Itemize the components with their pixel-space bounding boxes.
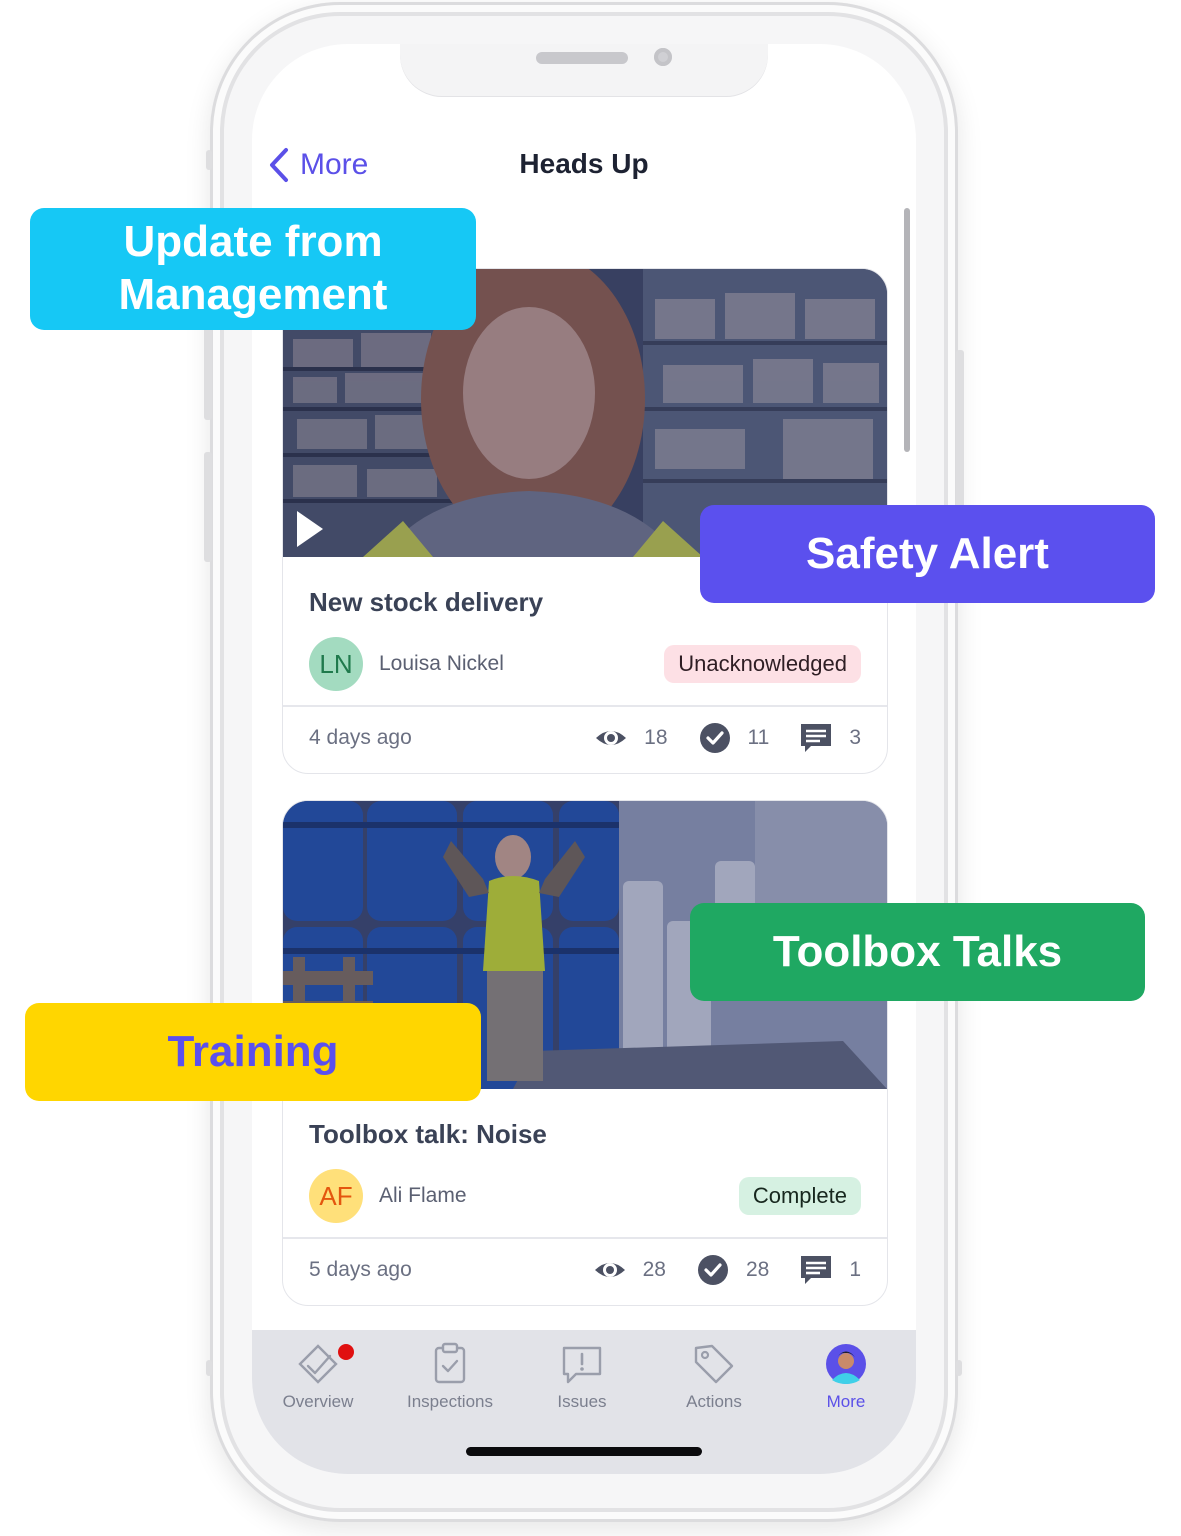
card-footer: 4 days ago 18 11 3	[309, 721, 861, 755]
phone-side-edge-right	[956, 1360, 962, 1376]
speaker	[536, 52, 628, 64]
card-divider	[283, 705, 887, 707]
callout-toolbox-talks: Toolbox Talks	[690, 903, 1145, 1001]
callout-safety-alert: Safety Alert	[700, 505, 1155, 603]
comments-count: 3	[849, 726, 861, 749]
phone-volume-down	[204, 452, 212, 562]
page-title: Heads Up	[519, 148, 649, 179]
tab-label: Actions	[686, 1392, 742, 1411]
tab-inspections[interactable]: Inspections	[384, 1342, 516, 1412]
acknowledged-count: 28	[745, 1258, 770, 1281]
tab-issues[interactable]: Issues	[516, 1342, 648, 1412]
views-count: 18	[644, 726, 668, 749]
status-badge: Unacknowledged	[664, 645, 861, 683]
tab-label: Inspections	[407, 1392, 493, 1411]
tab-actions[interactable]: Actions	[648, 1342, 780, 1412]
views-stat: 18	[594, 721, 668, 755]
card-timestamp: 5 days ago	[309, 1258, 412, 1281]
eye-icon	[594, 1263, 625, 1277]
acknowledged-stat: 11	[698, 721, 770, 755]
check-circle-icon	[699, 723, 730, 753]
card-author: LN Louisa Nickel	[309, 637, 504, 691]
card-author: AF Ali Flame	[309, 1169, 467, 1223]
tag-icon	[694, 1344, 734, 1384]
author-avatar: AF	[309, 1169, 363, 1223]
card-divider	[283, 1237, 887, 1239]
tab-label: Overview	[282, 1392, 354, 1411]
front-camera	[654, 48, 672, 66]
views-stat: 28	[593, 1253, 666, 1287]
home-indicator[interactable]	[466, 1447, 702, 1456]
views-count: 28	[642, 1258, 666, 1281]
phone-side-edge	[206, 1360, 212, 1376]
author-name: Louisa Nickel	[379, 652, 504, 675]
comment-icon	[801, 1256, 832, 1284]
tab-label: Issues	[557, 1392, 607, 1411]
author-avatar: LN	[309, 637, 363, 691]
clipboard-icon	[434, 1342, 466, 1384]
check-circle-icon	[697, 1255, 728, 1285]
avatar-icon	[826, 1344, 866, 1384]
card-title: New stock delivery	[309, 587, 544, 617]
tab-overview[interactable]: Overview	[252, 1342, 384, 1412]
comments-stat: 3	[799, 721, 861, 755]
tab-more[interactable]: More	[780, 1342, 912, 1412]
comments-stat: 1	[799, 1253, 861, 1287]
notch	[400, 44, 768, 96]
callout-training: Training	[25, 1003, 481, 1101]
phone-power-button	[956, 350, 964, 520]
acknowledged-count: 11	[747, 726, 770, 749]
tab-bar: Overview Inspections Issues Actions More	[252, 1330, 916, 1474]
card-title: Toolbox talk: Noise	[309, 1119, 547, 1149]
author-name: Ali Flame	[379, 1184, 467, 1207]
comments-count: 1	[849, 1258, 861, 1281]
eye-icon	[596, 731, 627, 745]
scrollbar[interactable]	[904, 208, 910, 452]
tab-label: More	[826, 1392, 866, 1411]
status-badge: Complete	[738, 1177, 861, 1215]
card-footer: 5 days ago 28 28 1	[309, 1253, 861, 1287]
issue-icon	[562, 1346, 602, 1384]
comment-icon	[801, 724, 832, 752]
phone-side-button	[206, 150, 212, 170]
callout-update-from-management: Update from Management	[30, 208, 476, 330]
card-timestamp: 4 days ago	[309, 726, 412, 749]
notification-dot	[338, 1344, 354, 1360]
overview-icon	[298, 1344, 338, 1384]
acknowledged-stat: 28	[696, 1253, 769, 1287]
